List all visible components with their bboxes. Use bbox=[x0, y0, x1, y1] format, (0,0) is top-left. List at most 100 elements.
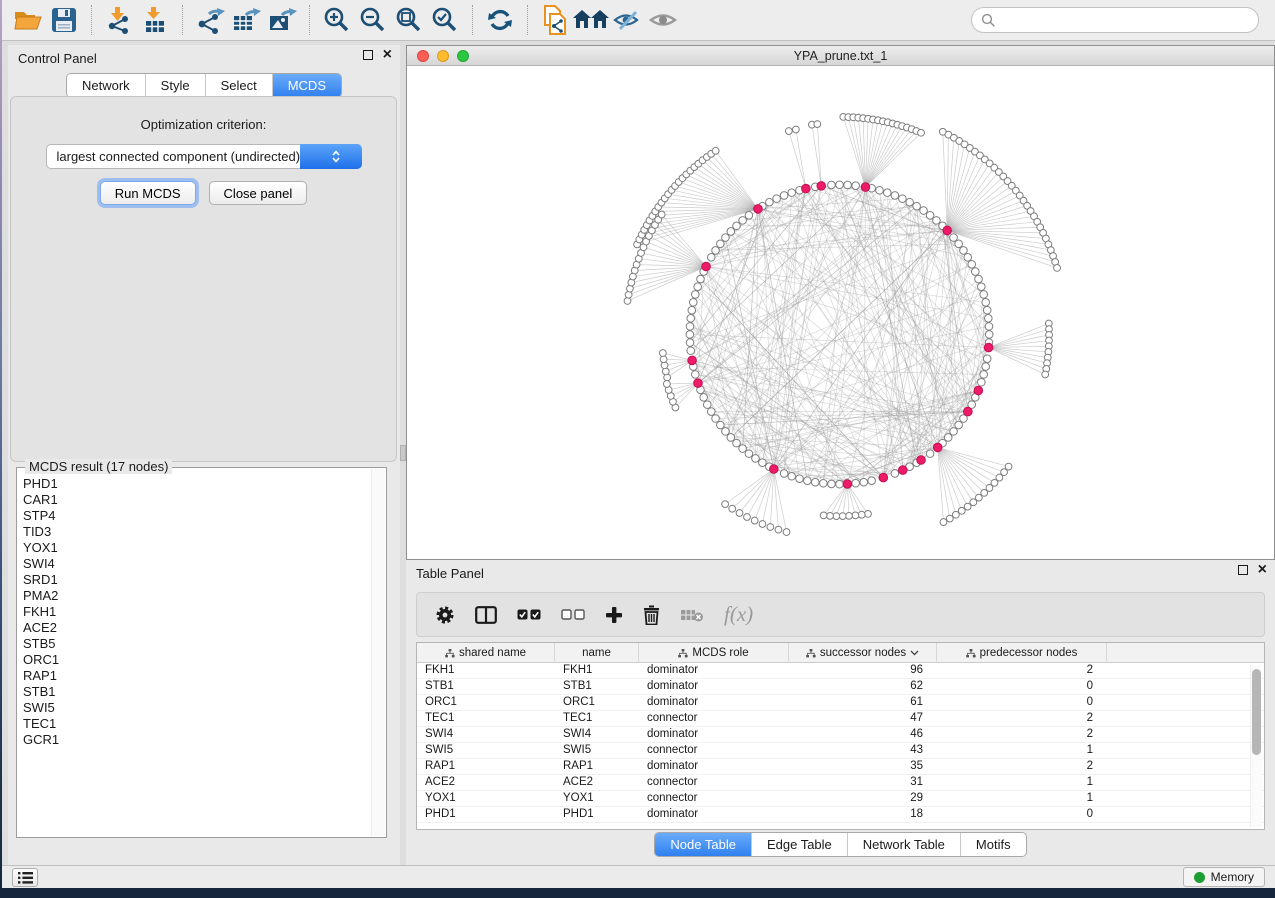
mcds-result-item[interactable]: FKH1 bbox=[19, 604, 370, 620]
cell-name[interactable]: TEC1 bbox=[555, 711, 639, 726]
mcds-result-item[interactable]: ACE2 bbox=[19, 620, 370, 636]
cell-mcds-role[interactable]: connector bbox=[639, 711, 789, 726]
cell-predecessor-nodes[interactable]: 1 bbox=[937, 791, 1107, 806]
cell-successor-nodes[interactable]: 31 bbox=[789, 775, 937, 790]
mcds-result-item[interactable]: STB1 bbox=[19, 684, 370, 700]
result-scrollbar[interactable] bbox=[371, 469, 385, 836]
cell-predecessor-nodes[interactable]: 0 bbox=[937, 807, 1107, 822]
table-row[interactable]: STB1STB1dominator620 bbox=[417, 679, 1264, 695]
delete-row-button[interactable] bbox=[643, 605, 660, 625]
table-row[interactable]: FKH1FKH1dominator962 bbox=[417, 663, 1264, 679]
export-image-button[interactable] bbox=[264, 3, 300, 37]
table-row[interactable]: PHD1PHD1dominator180 bbox=[417, 807, 1264, 823]
float-table-panel-icon[interactable] bbox=[1238, 565, 1248, 575]
cell-name[interactable]: SWI5 bbox=[555, 743, 639, 758]
cell-successor-nodes[interactable]: 96 bbox=[789, 663, 937, 678]
cell-predecessor-nodes[interactable]: 2 bbox=[937, 727, 1107, 742]
mcds-result-item[interactable]: SRD1 bbox=[19, 572, 370, 588]
table-scrollbar-thumb[interactable] bbox=[1252, 669, 1261, 755]
table-tab-motifs[interactable]: Motifs bbox=[960, 833, 1026, 856]
table-row[interactable]: SWI5SWI5connector431 bbox=[417, 743, 1264, 759]
tab-mcds[interactable]: MCDS bbox=[272, 74, 341, 97]
zoom-in-button[interactable] bbox=[319, 3, 355, 37]
add-row-button[interactable] bbox=[605, 606, 623, 624]
cell-name[interactable]: ACE2 bbox=[555, 775, 639, 790]
mcds-result-item[interactable]: CAR1 bbox=[19, 492, 370, 508]
export-table-button[interactable] bbox=[228, 3, 264, 37]
cell-mcds-role[interactable]: connector bbox=[639, 791, 789, 806]
mcds-result-item[interactable]: TID3 bbox=[19, 524, 370, 540]
cell-mcds-role[interactable]: dominator bbox=[639, 727, 789, 742]
mcds-result-item[interactable]: PHD1 bbox=[19, 476, 370, 492]
cell-successor-nodes[interactable]: 47 bbox=[789, 711, 937, 726]
cell-name[interactable]: YOX1 bbox=[555, 791, 639, 806]
mcds-result-item[interactable]: RAP1 bbox=[19, 668, 370, 684]
network-graph[interactable] bbox=[407, 67, 1274, 559]
cell-shared-name[interactable]: SWI5 bbox=[417, 743, 555, 758]
mcds-result-item[interactable]: GCR1 bbox=[19, 732, 370, 748]
zoom-out-button[interactable] bbox=[355, 3, 391, 37]
run-mcds-button[interactable]: Run MCDS bbox=[100, 181, 196, 205]
cell-mcds-role[interactable]: dominator bbox=[639, 679, 789, 694]
mcds-result-item[interactable]: SWI4 bbox=[19, 556, 370, 572]
zoom-selected-button[interactable] bbox=[427, 3, 463, 37]
column-header-successor-nodes[interactable]: successor nodes bbox=[789, 643, 937, 663]
cell-shared-name[interactable]: TEC1 bbox=[417, 711, 555, 726]
deselect-all-button[interactable] bbox=[561, 609, 585, 621]
mcds-result-item[interactable]: TEC1 bbox=[19, 716, 370, 732]
mcds-result-item[interactable]: YOX1 bbox=[19, 540, 370, 556]
cell-name[interactable]: ORC1 bbox=[555, 695, 639, 710]
cell-shared-name[interactable]: ACE2 bbox=[417, 775, 555, 790]
cell-successor-nodes[interactable]: 62 bbox=[789, 679, 937, 694]
search-input[interactable] bbox=[996, 10, 1258, 30]
cell-predecessor-nodes[interactable]: 2 bbox=[937, 711, 1107, 726]
hide-selected-button[interactable] bbox=[609, 3, 645, 37]
column-header-name[interactable]: name bbox=[555, 643, 639, 663]
first-neighbors-button[interactable] bbox=[573, 3, 609, 37]
open-file-button[interactable] bbox=[10, 3, 46, 37]
network-canvas[interactable] bbox=[407, 67, 1274, 559]
cell-name[interactable]: SWI4 bbox=[555, 727, 639, 742]
tab-network[interactable]: Network bbox=[67, 74, 145, 97]
tab-select[interactable]: Select bbox=[205, 74, 272, 97]
cell-mcds-role[interactable]: dominator bbox=[639, 759, 789, 774]
cell-successor-nodes[interactable]: 43 bbox=[789, 743, 937, 758]
table-row[interactable]: ACE2ACE2connector311 bbox=[417, 775, 1264, 791]
memory-button[interactable]: Memory bbox=[1183, 867, 1265, 887]
close-panel-icon[interactable]: × bbox=[383, 50, 392, 60]
table-tab-node-table[interactable]: Node Table bbox=[655, 833, 751, 856]
table-row[interactable]: RAP1RAP1dominator352 bbox=[417, 759, 1264, 775]
criterion-select[interactable]: largest connected component (undirected) bbox=[46, 144, 362, 169]
cell-successor-nodes[interactable]: 29 bbox=[789, 791, 937, 806]
share-network-file-button[interactable] bbox=[537, 3, 573, 37]
import-network-button[interactable] bbox=[101, 3, 137, 37]
cell-mcds-role[interactable]: connector bbox=[639, 743, 789, 758]
mcds-result-item[interactable]: PMA2 bbox=[19, 588, 370, 604]
cell-predecessor-nodes[interactable]: 1 bbox=[937, 743, 1107, 758]
cell-shared-name[interactable]: PHD1 bbox=[417, 807, 555, 822]
table-row[interactable]: SWI4SWI4dominator462 bbox=[417, 727, 1264, 743]
cell-mcds-role[interactable]: dominator bbox=[639, 807, 789, 822]
cell-predecessor-nodes[interactable]: 2 bbox=[937, 759, 1107, 774]
import-table-button[interactable] bbox=[137, 3, 173, 37]
select-all-button[interactable] bbox=[517, 609, 541, 621]
cell-shared-name[interactable]: FKH1 bbox=[417, 663, 555, 678]
cell-predecessor-nodes[interactable]: 1 bbox=[937, 775, 1107, 790]
cell-name[interactable]: PHD1 bbox=[555, 807, 639, 822]
cell-successor-nodes[interactable]: 46 bbox=[789, 727, 937, 742]
show-columns-button[interactable] bbox=[475, 606, 497, 624]
mcds-result-item[interactable]: SWI5 bbox=[19, 700, 370, 716]
zoom-fit-button[interactable] bbox=[391, 3, 427, 37]
table-row[interactable]: YOX1YOX1connector291 bbox=[417, 791, 1264, 807]
table-tab-edge-table[interactable]: Edge Table bbox=[751, 833, 847, 856]
cell-successor-nodes[interactable]: 18 bbox=[789, 807, 937, 822]
cell-mcds-role[interactable]: connector bbox=[639, 775, 789, 790]
cell-predecessor-nodes[interactable]: 0 bbox=[937, 695, 1107, 710]
column-header-mcds-role[interactable]: MCDS role bbox=[639, 643, 789, 663]
cell-successor-nodes[interactable]: 61 bbox=[789, 695, 937, 710]
refresh-view-button[interactable] bbox=[482, 3, 518, 37]
mcds-result-item[interactable]: STP4 bbox=[19, 508, 370, 524]
cell-shared-name[interactable]: RAP1 bbox=[417, 759, 555, 774]
close-panel-button[interactable]: Close panel bbox=[209, 181, 308, 205]
cell-name[interactable]: STB1 bbox=[555, 679, 639, 694]
